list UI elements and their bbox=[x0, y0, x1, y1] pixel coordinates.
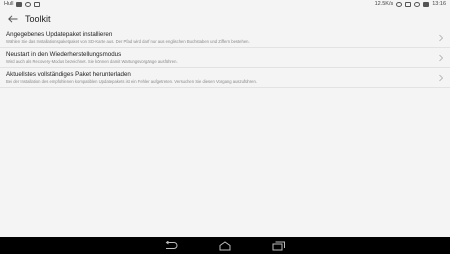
battery-icon bbox=[423, 2, 430, 7]
recents-icon bbox=[272, 241, 285, 250]
list-item-install-update[interactable]: Angegebenes Updatepaket installieren Wäh… bbox=[0, 28, 450, 48]
back-button[interactable] bbox=[6, 12, 20, 26]
item-description: Bei der Installation des empfohlenen kom… bbox=[6, 79, 257, 84]
network-speed: 12.5K/s bbox=[374, 1, 394, 7]
arrow-left-icon bbox=[8, 14, 18, 23]
chevron-right-icon bbox=[439, 54, 444, 62]
app-notification-icon bbox=[25, 2, 32, 7]
nav-recents-button[interactable] bbox=[271, 240, 287, 252]
nav-back-button[interactable] bbox=[163, 240, 179, 252]
item-title: Aktuellstes vollständiges Paket herunter… bbox=[6, 71, 131, 78]
chevron-right-icon bbox=[439, 34, 444, 42]
item-title: Angegebenes Updatepaket installieren bbox=[6, 31, 113, 38]
navigation-bar bbox=[0, 237, 450, 254]
item-description: Wählen Sie das Installationspaketpaket v… bbox=[6, 39, 250, 44]
status-bar: Hull 12.5K/s 13:16 bbox=[0, 0, 450, 9]
clock: 13:16 bbox=[432, 1, 446, 7]
message-icon bbox=[34, 2, 41, 7]
nav-home-button[interactable] bbox=[217, 240, 233, 252]
page-title: Toolkit bbox=[25, 13, 51, 24]
notification-icon bbox=[16, 2, 23, 7]
alarm-icon bbox=[396, 2, 403, 7]
carrier-label: Hull bbox=[4, 1, 14, 7]
status-right: 12.5K/s 13:16 bbox=[375, 0, 446, 9]
item-title: Neustart in den Wiederherstellungsmodus bbox=[6, 51, 122, 58]
options-list: Angegebenes Updatepaket installieren Wäh… bbox=[0, 28, 450, 88]
status-left: Hull bbox=[4, 0, 41, 9]
list-item-recovery-mode[interactable]: Neustart in den Wiederherstellungsmodus … bbox=[0, 48, 450, 68]
vibrate-icon bbox=[405, 2, 412, 7]
list-item-download-package[interactable]: Aktuellstes vollständiges Paket herunter… bbox=[0, 68, 450, 88]
app-bar: Toolkit bbox=[0, 9, 450, 28]
chevron-right-icon bbox=[439, 74, 444, 82]
screen: Hull 12.5K/s 13:16 Toolkit Angegebenes U… bbox=[0, 0, 450, 254]
item-description: Wird auch als Recovery-Modus bezeichnet.… bbox=[6, 59, 178, 64]
wifi-icon bbox=[414, 2, 421, 7]
back-icon bbox=[165, 241, 178, 249]
home-icon bbox=[219, 240, 231, 250]
